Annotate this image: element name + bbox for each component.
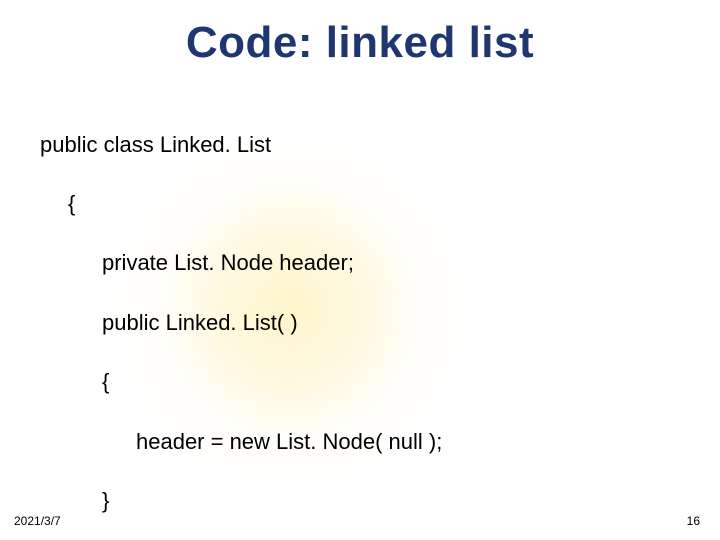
code-line: header = new List. Node( null ); [40, 427, 680, 457]
code-line: public Linked. List( ) [40, 308, 680, 338]
code-block: public class Linked. List { private List… [40, 100, 680, 540]
code-line: { [40, 367, 680, 397]
slide: Code: linked list public class Linked. L… [0, 0, 720, 540]
slide-title: Code: linked list [0, 18, 720, 68]
code-line: } [40, 486, 680, 516]
footer-page-number: 16 [687, 514, 700, 528]
code-line: private List. Node header; [40, 248, 680, 278]
footer-date: 2021/3/7 [14, 514, 61, 528]
code-line: { [40, 189, 680, 219]
code-line: public class Linked. List [40, 130, 680, 160]
